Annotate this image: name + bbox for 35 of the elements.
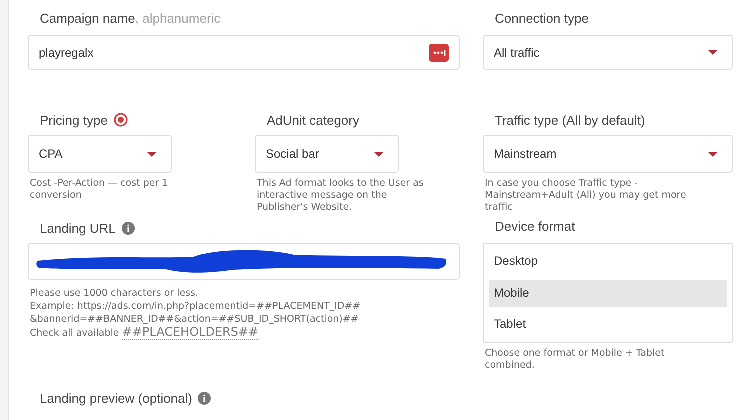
help-text: &bannerid=##BANNER_ID##&action=##SUB_ID_SHORT(action)## <box>30 313 360 326</box>
field-label: AdUnit category <box>267 112 360 128</box>
help-text: This Ad format looks to the User as interactive message on the Publisher's Website. <box>256 178 425 214</box>
input-field[interactable] <box>28 243 460 280</box>
field-label: Traffic type (All by default) <box>495 112 646 128</box>
dropdown[interactable]: Social bar <box>255 135 399 173</box>
list-option[interactable]: Mobile <box>489 280 727 306</box>
placeholders-link[interactable]: ##PLACEHOLDERS## <box>122 325 259 340</box>
caret-icon <box>708 152 718 156</box>
info-icon <box>122 222 135 234</box>
field-label: Landing preview (optional) <box>40 390 192 406</box>
list-option[interactable]: Desktop <box>489 248 727 275</box>
field-label: Connection type <box>494 11 590 28</box>
field-label: Device format <box>494 219 576 236</box>
help-text: Example: https://ads.com/in.php?placementid=##PLACEMENT_ID## <box>30 300 362 313</box>
dropdown[interactable]: Mainstream <box>483 135 733 173</box>
caret-icon <box>374 152 384 156</box>
help-text: Choose one format or Mobile + Tablet combined. <box>484 348 666 372</box>
field-label: Campaign name, alphanumeric <box>39 11 222 28</box>
dropdown[interactable]: All traffic <box>483 35 733 70</box>
password-dots-icon <box>429 44 449 62</box>
help-text: Please use 1000 characters or less. <box>30 287 200 300</box>
caret-icon <box>147 152 157 156</box>
help-text: In case you choose Traffic type - Mainstream+Adult (All) you may get more traffic <box>484 178 688 214</box>
listbox[interactable]: Desktop Mobile Tablet <box>483 243 733 343</box>
caret-icon <box>708 50 718 55</box>
info-icon <box>198 392 212 404</box>
list-option[interactable]: Tablet <box>489 311 727 338</box>
input-field[interactable]: playregalx <box>28 35 460 70</box>
dropdown[interactable]: CPA <box>28 135 172 173</box>
target-icon <box>114 113 128 127</box>
help-text: Cost -Per-Action — cost per 1 conversion <box>29 178 170 202</box>
field-label: Landing URL <box>40 220 116 236</box>
field-label: Pricing type <box>40 112 108 128</box>
help-text: Check all available <box>30 328 120 339</box>
